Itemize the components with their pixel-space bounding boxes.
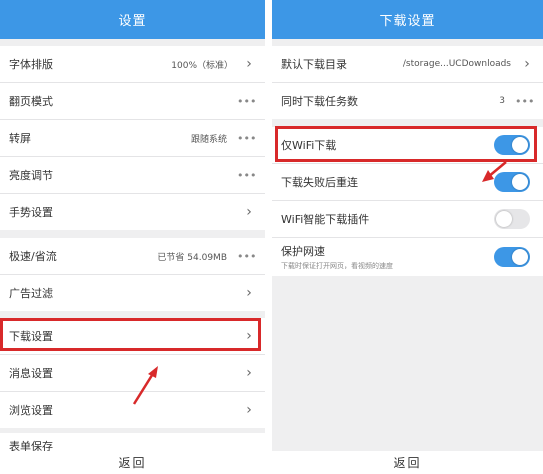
- panel-divider: [265, 0, 272, 474]
- settings-item-label: 消息设置: [9, 367, 53, 380]
- settings-item-gesture[interactable]: 手势设置 ›: [0, 194, 265, 230]
- more-dots-icon: •••: [237, 94, 257, 108]
- back-button[interactable]: 返回: [0, 451, 265, 474]
- chevron-right-icon: ›: [524, 56, 530, 72]
- concurrent-tasks-row[interactable]: 同时下载任务数 3 •••: [272, 83, 543, 119]
- settings-item-label: 翻页模式: [9, 95, 53, 108]
- chevron-right-icon: ›: [246, 365, 252, 381]
- settings-item-brightness[interactable]: 亮度调节 •••: [0, 157, 265, 193]
- page-title: 设置: [0, 0, 265, 39]
- download-directory-row[interactable]: 默认下载目录 /storage...UCDownloads ›: [272, 46, 543, 82]
- settings-item-label: 字体排版: [9, 58, 53, 71]
- chevron-right-icon: ›: [246, 56, 252, 72]
- settings-item-label: 默认下载目录: [281, 58, 347, 71]
- settings-item-browse[interactable]: 浏览设置 ›: [0, 392, 265, 428]
- back-button[interactable]: 返回: [272, 451, 543, 474]
- settings-item-label: 亮度调节: [9, 169, 53, 182]
- wifi-only-toggle[interactable]: [494, 135, 530, 155]
- settings-item-label: 浏览设置: [9, 404, 53, 417]
- chevron-right-icon: ›: [246, 285, 252, 301]
- settings-item-font[interactable]: 字体排版 100%（标准） ›: [0, 46, 265, 82]
- concurrent-tasks-value: 3: [499, 96, 505, 106]
- settings-item-label: 手势设置: [9, 206, 53, 219]
- settings-item-label: 广告过滤: [9, 287, 53, 300]
- toggle-knob: [496, 211, 512, 227]
- toggle-knob: [512, 137, 528, 153]
- settings-item-value: 跟随系统: [190, 134, 227, 145]
- settings-item-download[interactable]: 下载设置 ›: [0, 318, 265, 354]
- settings-item-page-mode[interactable]: 翻页模式 •••: [0, 83, 265, 119]
- page-title: 下载设置: [272, 0, 543, 39]
- more-dots-icon: •••: [237, 168, 257, 182]
- settings-item-value: 100%（标准）: [171, 60, 233, 71]
- toggle-knob: [512, 249, 528, 265]
- chevron-right-icon: ›: [246, 328, 252, 344]
- toggle-knob: [512, 174, 528, 190]
- settings-item-label: 极速/省流: [9, 250, 57, 263]
- chevron-right-icon: ›: [246, 204, 252, 220]
- download-settings-panel: 下载设置 默认下载目录 /storage...UCDownloads › 同时下…: [272, 0, 543, 474]
- settings-item-value: 已节省 54.09MB: [157, 252, 227, 263]
- settings-item-label: 同时下载任务数: [281, 95, 358, 108]
- wifi-plugin-toggle[interactable]: [494, 209, 530, 229]
- settings-item-ad-filter[interactable]: 广告过滤 ›: [0, 275, 265, 311]
- more-dots-icon: •••: [237, 249, 257, 263]
- settings-item-speed-mode[interactable]: 极速/省流 已节省 54.09MB •••: [0, 238, 265, 274]
- more-dots-icon: •••: [237, 131, 257, 145]
- settings-item-form-save[interactable]: 表单保存: [0, 433, 265, 453]
- chevron-right-icon: ›: [246, 402, 252, 418]
- more-dots-icon: •••: [515, 94, 535, 108]
- retry-toggle[interactable]: [494, 172, 530, 192]
- protect-speed-toggle[interactable]: [494, 247, 530, 267]
- settings-item-label: 转屏: [9, 132, 31, 145]
- settings-item-label: 下载设置: [9, 330, 53, 343]
- download-directory-value: /storage...UCDownloads: [402, 59, 511, 69]
- settings-item-message[interactable]: 消息设置 ›: [0, 355, 265, 391]
- settings-panel: 设置 字体排版 100%（标准） › 翻页模式 ••• 转屏 跟随系统 ••• …: [0, 0, 265, 474]
- settings-item-screen-rotation[interactable]: 转屏 跟随系统 •••: [0, 120, 265, 156]
